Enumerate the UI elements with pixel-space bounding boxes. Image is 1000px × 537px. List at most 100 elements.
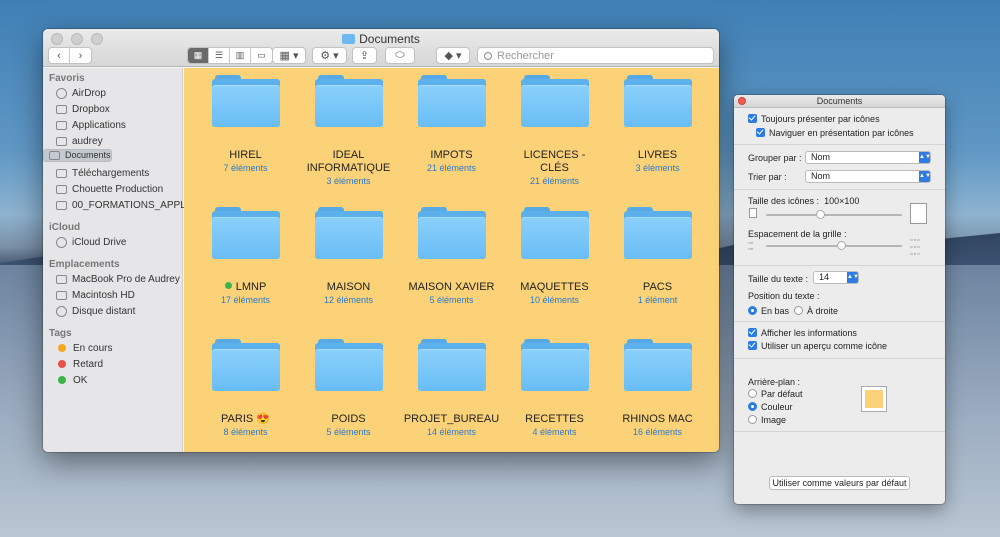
use-preview-checkbox[interactable]: Utiliser un aperçu comme icône bbox=[748, 341, 887, 351]
folder-name-text: MAQUETTES bbox=[520, 281, 589, 293]
text-size-select[interactable]: 14 ▲▼ bbox=[813, 271, 859, 284]
folder-item[interactable]: LIVRES 3 éléments bbox=[606, 75, 709, 174]
share-button[interactable]: ⇪ bbox=[352, 47, 377, 64]
folder-name-text: PROJET_BUREAU bbox=[403, 413, 500, 425]
folder-icon bbox=[314, 339, 383, 391]
folder-front bbox=[520, 217, 589, 259]
panel-title-bar[interactable]: Documents bbox=[734, 95, 945, 108]
folder-icon bbox=[520, 75, 589, 127]
folder-name-text: RHINOS MAC bbox=[622, 413, 693, 425]
radio-selected-icon bbox=[748, 402, 757, 411]
dropbox-menu-button[interactable]: ◆ ▾ bbox=[436, 47, 470, 64]
sidebar-item[interactable]: Téléchargements bbox=[43, 165, 182, 181]
icon-size-slider[interactable] bbox=[766, 210, 902, 219]
text-position-bottom-radio[interactable]: En bas bbox=[748, 306, 789, 316]
sidebar-section-title: Tags bbox=[49, 328, 72, 339]
sidebar-item-label: 00_FORMATIONS_APPLE bbox=[72, 199, 193, 211]
always-icons-checkbox[interactable]: Toujours présenter par icônes bbox=[748, 114, 880, 124]
folder-item[interactable]: IMPOTS 21 éléments bbox=[400, 75, 503, 174]
divider bbox=[734, 358, 945, 359]
list-view-button[interactable]: ☰ bbox=[209, 48, 230, 63]
folder-item[interactable]: PARIS 😍 8 éléments bbox=[194, 339, 297, 438]
search-icon bbox=[484, 51, 492, 60]
folder-front bbox=[623, 349, 692, 391]
radio-selected-icon bbox=[748, 306, 757, 315]
sidebar-item[interactable]: OK bbox=[43, 372, 182, 388]
folder-front bbox=[314, 217, 383, 259]
folder-icon bbox=[520, 207, 589, 259]
folder-item[interactable]: MAISON XAVIER 5 éléments bbox=[400, 207, 503, 306]
folder-count: 3 éléments bbox=[635, 163, 680, 173]
laptop-icon bbox=[56, 274, 67, 284]
sidebar-item[interactable]: Chouette Production bbox=[43, 181, 182, 197]
slider-knob[interactable] bbox=[836, 241, 846, 250]
sidebar-item[interactable]: En cours bbox=[43, 340, 182, 356]
folder-item[interactable]: HIREL 7 éléments bbox=[194, 75, 297, 174]
back-button[interactable]: ‹ bbox=[49, 48, 70, 63]
folder-name-text: PACS bbox=[642, 281, 673, 293]
sidebar-item[interactable]: Documents bbox=[43, 149, 112, 162]
group-by-select[interactable]: Nom ▲▼ bbox=[805, 151, 931, 164]
folder-item[interactable]: LMNP 17 éléments bbox=[194, 207, 297, 306]
sidebar-item[interactable]: iCloud Drive bbox=[43, 234, 182, 250]
checkbox-checked-icon bbox=[756, 128, 765, 137]
folder-name-text: RECETTES bbox=[525, 413, 584, 425]
sidebar-item[interactable]: MacBook Pro de Audrey bbox=[43, 271, 182, 287]
forward-button[interactable]: › bbox=[70, 48, 91, 63]
folder-item[interactable]: POIDS 5 éléments bbox=[297, 339, 400, 438]
folder-item[interactable]: IDEAL INFORMATIQUE 3 éléments bbox=[297, 75, 400, 187]
folder-name-text: LMNP bbox=[235, 281, 267, 293]
folder-name: MAQUETTES bbox=[503, 281, 606, 294]
folder-name: HIREL bbox=[194, 149, 297, 162]
folder-item[interactable]: MAISON 12 éléments bbox=[297, 207, 400, 306]
sidebar-item[interactable]: 00_FORMATIONS_APPLE bbox=[43, 197, 192, 213]
group-menu-button[interactable]: ▦ ▾ bbox=[272, 47, 306, 64]
sidebar-item[interactable]: AirDrop bbox=[43, 85, 182, 101]
gallery-view-button[interactable]: ▭ bbox=[251, 48, 272, 63]
grid-spacing-slider[interactable] bbox=[766, 241, 902, 250]
tags-button[interactable]: ⬭ bbox=[385, 47, 415, 64]
slider-knob[interactable] bbox=[816, 210, 826, 219]
folder-icon bbox=[211, 75, 280, 127]
bg-color-radio[interactable]: Couleur bbox=[748, 402, 793, 412]
folder-icon bbox=[623, 339, 692, 391]
sidebar-item-label: Documents bbox=[65, 150, 111, 160]
folder-item[interactable]: RHINOS MAC 16 éléments bbox=[606, 339, 709, 438]
sort-by-select[interactable]: Nom ▲▼ bbox=[805, 170, 931, 183]
sidebar-item[interactable]: Retard bbox=[43, 356, 182, 372]
search-field[interactable]: Rechercher bbox=[477, 47, 714, 64]
bg-image-radio[interactable]: Image bbox=[748, 415, 786, 425]
sidebar-item[interactable]: Dropbox bbox=[43, 101, 182, 117]
column-view-button[interactable]: ▥ bbox=[230, 48, 251, 63]
sidebar-item-label: Téléchargements bbox=[72, 167, 150, 179]
icon-size-label: Taille des icônes : 100×100 bbox=[748, 196, 860, 206]
show-info-checkbox[interactable]: Afficher les informations bbox=[748, 328, 857, 338]
folder-item[interactable]: PROJET_BUREAU 14 éléments bbox=[400, 339, 503, 438]
sidebar-item[interactable]: Applications bbox=[43, 117, 182, 133]
color-swatch bbox=[865, 390, 883, 408]
folder-item[interactable]: RECETTES 4 éléments bbox=[503, 339, 606, 438]
folder-item[interactable]: PACS 1 élément bbox=[606, 207, 709, 306]
text-position-label: Position du texte : bbox=[748, 291, 820, 301]
folder-item[interactable]: MAQUETTES 10 éléments bbox=[503, 207, 606, 306]
background-color-well[interactable] bbox=[861, 386, 887, 412]
tag-color-dot-icon bbox=[58, 344, 66, 352]
radio-unselected-icon bbox=[748, 389, 757, 398]
use-as-defaults-button[interactable]: Utiliser comme valeurs par défaut bbox=[769, 476, 910, 490]
sidebar-item[interactable]: Disque distant bbox=[43, 303, 182, 319]
panel-close-button[interactable] bbox=[738, 97, 746, 105]
sidebar-item[interactable]: Macintosh HD bbox=[43, 287, 182, 303]
folder-icon bbox=[49, 151, 60, 160]
folder-count: 14 éléments bbox=[426, 427, 477, 437]
divider bbox=[734, 189, 945, 190]
action-gear-button[interactable]: ⚙ ▾ bbox=[312, 47, 347, 64]
icon-view-button[interactable]: ▦ bbox=[188, 48, 209, 63]
text-position-right-radio[interactable]: À droite bbox=[794, 306, 838, 316]
title-bar[interactable]: Documents ‹ › ▦ ☰ ▥ ▭ ▦ ▾ ⚙ ▾ ⇪ ⬭ ◆ ▾ Re… bbox=[43, 29, 719, 67]
folder-name: RHINOS MAC bbox=[606, 413, 709, 426]
bg-default-radio[interactable]: Par défaut bbox=[748, 389, 803, 399]
folder-item[interactable]: LICENCES - CLÉS 21 éléments bbox=[503, 75, 606, 187]
browse-icons-checkbox[interactable]: Naviguer en présentation par icônes bbox=[756, 128, 914, 138]
folder-front bbox=[417, 85, 486, 127]
sidebar-item[interactable]: audrey bbox=[43, 133, 182, 149]
